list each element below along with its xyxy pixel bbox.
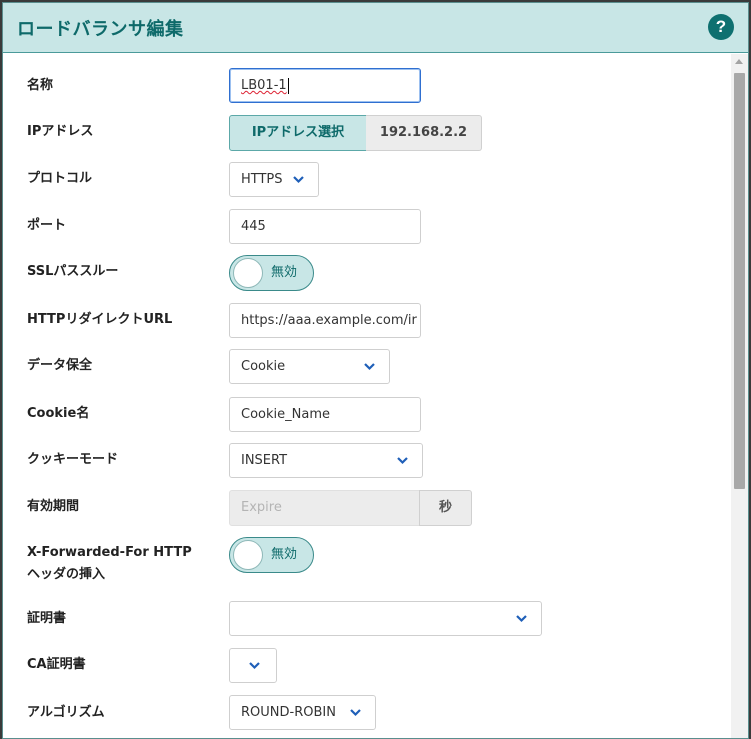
- dialog-title: ロードバランサ編集: [17, 19, 184, 40]
- expire-input: Expire: [229, 490, 420, 526]
- protocol-label: プロトコル: [27, 171, 93, 186]
- ip-select-button[interactable]: IPアドレス選択: [229, 115, 367, 151]
- xff-toggle[interactable]: 無効: [229, 537, 314, 573]
- xff-label-line2: ヘッダの挿入: [27, 567, 106, 582]
- chevron-down-icon: [516, 614, 527, 623]
- certificate-label: 証明書: [27, 611, 67, 626]
- chevron-down-icon: [364, 362, 375, 371]
- http-redirect-label: HTTPリダイレクトURL: [27, 312, 173, 327]
- port-value: 445: [241, 219, 266, 234]
- text-caret: [287, 77, 289, 94]
- xff-label-line1: X-Forwarded-For HTTP: [27, 545, 192, 560]
- chevron-down-icon: [350, 708, 361, 717]
- ip-label: IPアドレス: [27, 124, 94, 139]
- cookie-name-label: Cookie名: [27, 406, 90, 421]
- chevron-down-icon: [249, 661, 260, 670]
- load-balancer-edit-dialog: ロードバランサ編集 ? 名称 LB01-1 IPアドレス IPアドレス選択 19…: [2, 2, 749, 739]
- expire-unit: 秒: [419, 490, 472, 526]
- persistence-value: Cookie: [241, 359, 286, 374]
- port-input[interactable]: 445: [229, 209, 421, 244]
- ssl-passthrough-toggle[interactable]: 無効: [229, 255, 314, 291]
- protocol-select[interactable]: HTTPS: [229, 162, 319, 197]
- algorithm-label: アルゴリズム: [27, 705, 105, 720]
- toggle-knob: [233, 540, 263, 570]
- help-icon[interactable]: ?: [708, 14, 734, 40]
- name-value: LB01-1: [241, 78, 287, 93]
- vertical-scrollbar[interactable]: [731, 54, 748, 738]
- http-redirect-value: https://aaa.example.com/ir: [241, 313, 417, 328]
- ca-certificate-select[interactable]: [229, 648, 277, 683]
- dialog-header: ロードバランサ編集 ?: [3, 3, 748, 53]
- cookie-mode-value: INSERT: [241, 453, 288, 468]
- persistence-select[interactable]: Cookie: [229, 349, 390, 384]
- cookie-mode-label: クッキーモード: [27, 452, 119, 467]
- algorithm-select[interactable]: ROUND-ROBIN: [229, 695, 376, 730]
- toggle-knob: [233, 258, 263, 288]
- xff-state: 無効: [271, 547, 298, 562]
- ca-certificate-label: CA証明書: [27, 657, 86, 672]
- ssl-passthrough-label: SSLパススルー: [27, 264, 119, 279]
- scroll-up-icon[interactable]: [735, 59, 743, 64]
- algorithm-value: ROUND-ROBIN: [241, 705, 336, 720]
- protocol-value: HTTPS: [241, 172, 283, 187]
- cookie-name-value: Cookie_Name: [241, 407, 330, 422]
- http-redirect-input[interactable]: https://aaa.example.com/ir: [229, 303, 421, 338]
- chevron-down-icon: [397, 456, 408, 465]
- ssl-passthrough-state: 無効: [271, 265, 298, 280]
- name-input[interactable]: LB01-1: [229, 68, 421, 103]
- cookie-mode-select[interactable]: INSERT: [229, 443, 423, 478]
- ip-address-value[interactable]: 192.168.2.2: [366, 115, 482, 151]
- port-label: ポート: [27, 218, 67, 233]
- expire-label: 有効期間: [27, 499, 80, 514]
- certificate-select[interactable]: [229, 601, 542, 636]
- cookie-name-input[interactable]: Cookie_Name: [229, 397, 421, 432]
- name-label: 名称: [27, 78, 54, 93]
- persistence-label: データ保全: [27, 358, 93, 373]
- scrollbar-thumb[interactable]: [734, 73, 745, 489]
- chevron-down-icon: [293, 175, 304, 184]
